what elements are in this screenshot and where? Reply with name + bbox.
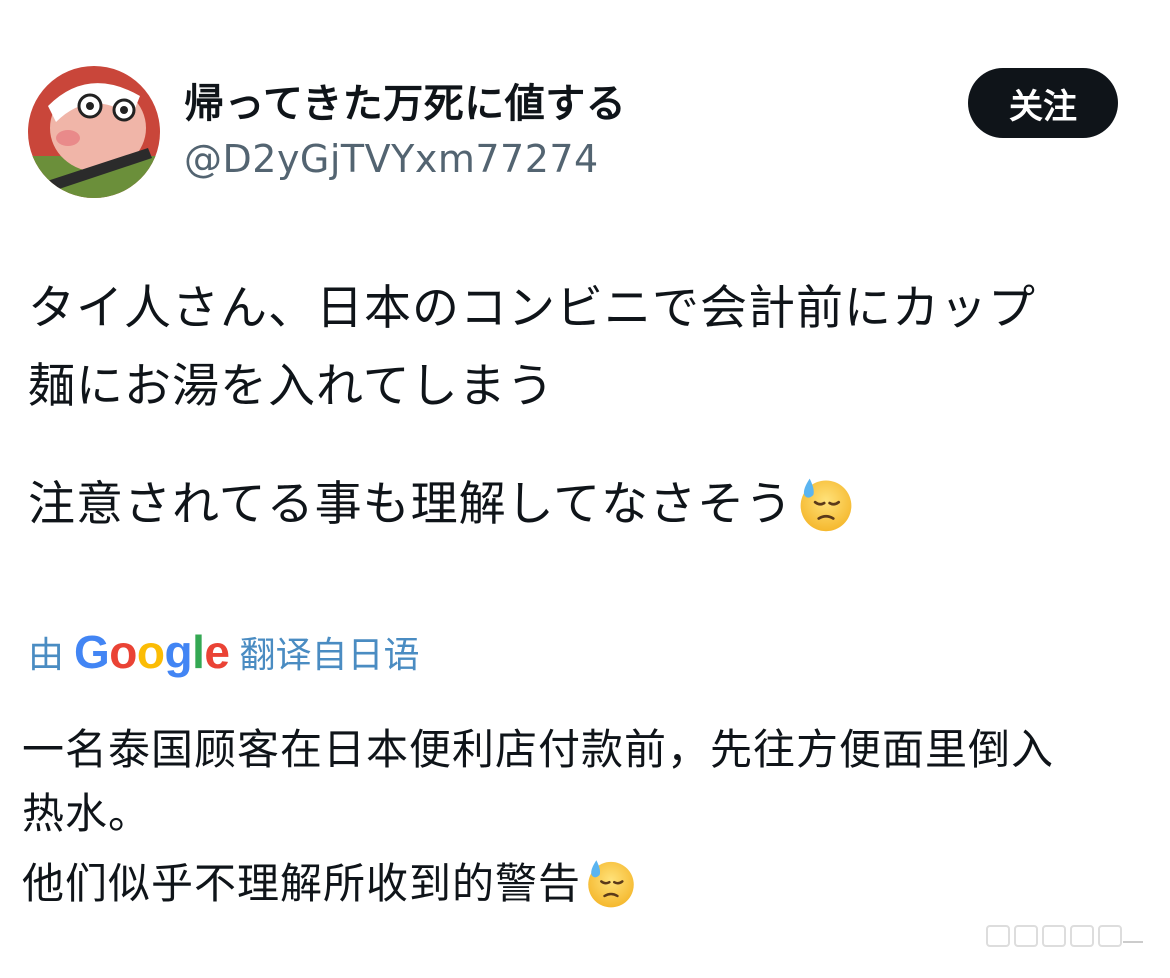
- avatar-image: [28, 66, 160, 198]
- translate-suffix: 翻译自日语: [239, 635, 420, 676]
- translated-line-3-text: 他们似乎不理解所收到的警告: [22, 859, 582, 908]
- tweet-line-3: 注意されてる事も理解してなさそう: [28, 466, 1138, 544]
- tweet-line-2: 麺にお湯を入れてしまう: [28, 359, 555, 414]
- downcast-face-with-sweat-icon: [588, 859, 634, 907]
- translated-line-2: 热水。: [22, 789, 152, 838]
- paragraph-break: [28, 426, 1138, 466]
- translate-prefix: 由: [28, 635, 65, 676]
- avatar[interactable]: [28, 66, 160, 198]
- display-name[interactable]: 帰ってきた万死に値する: [184, 78, 626, 130]
- watermark-icon: [986, 925, 1143, 947]
- tweet-header: 帰ってきた万死に値する @D2yGjTVYxm77274 关注: [0, 0, 1170, 210]
- tweet-line-3-text: 注意されてる事も理解してなさそう: [28, 477, 794, 532]
- translated-body: 一名泰国顾客在日本便利店付款前，先往方便面里倒入 热水。 他们似乎不理解所收到的…: [22, 718, 1142, 916]
- tweet-body: タイ人さん、日本のコンビニで会計前にカップ 麺にお湯を入れてしまう 注意されてる…: [28, 270, 1138, 544]
- translated-line-3: 他们似乎不理解所收到的警告: [22, 852, 1142, 916]
- translated-line-1: 一名泰国顾客在日本便利店付款前，先往方便面里倒入: [22, 725, 1055, 774]
- downcast-face-with-sweat-icon: [800, 478, 852, 531]
- follow-button[interactable]: 关注: [968, 68, 1118, 138]
- tweet-line-1: タイ人さん、日本のコンビニで会計前にカップ: [28, 281, 1036, 336]
- google-logo: Google: [74, 626, 230, 678]
- translation-bar[interactable]: 由 Google 翻译自日语: [28, 620, 420, 684]
- user-handle[interactable]: @D2yGjTVYxm77274: [184, 136, 599, 182]
